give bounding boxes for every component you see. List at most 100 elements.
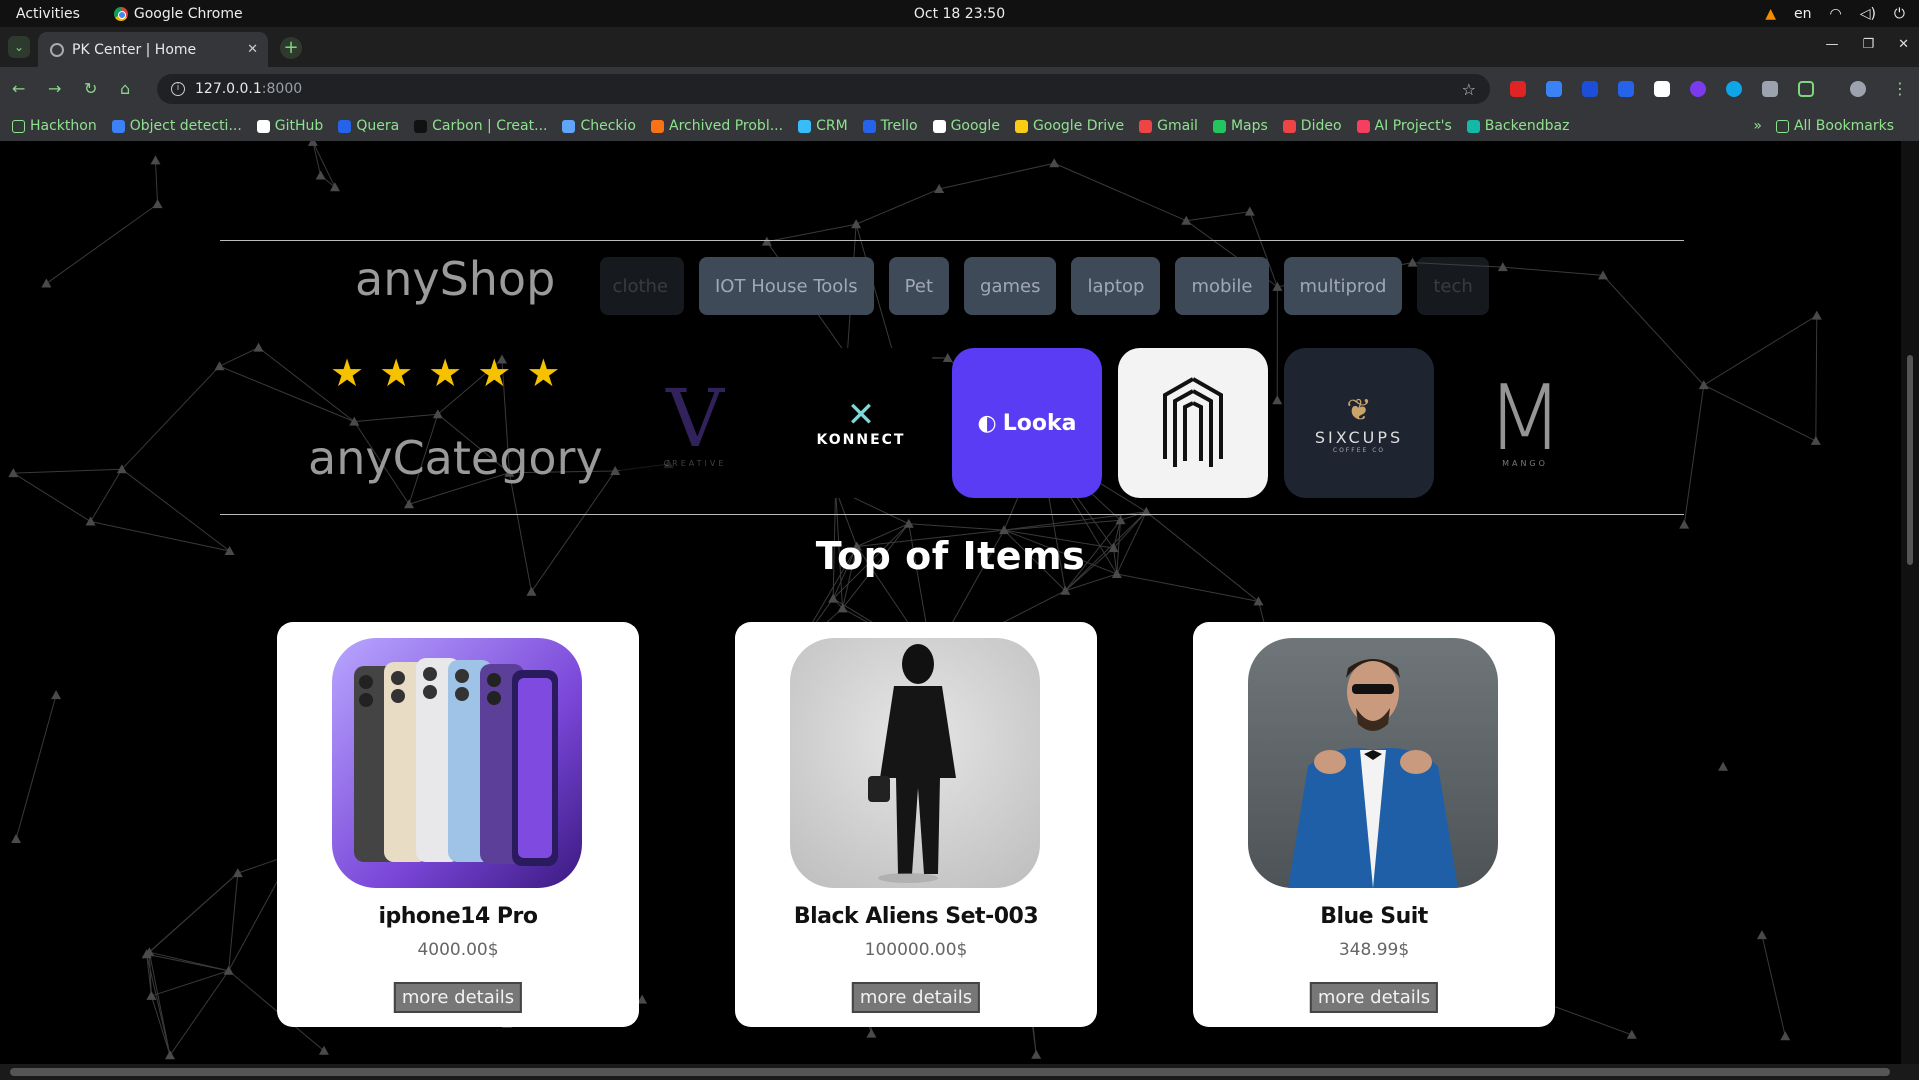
more-details-button[interactable]: more details [393, 982, 523, 1013]
extension-calendar-icon[interactable] [1618, 81, 1634, 97]
more-details-button[interactable]: more details [1309, 982, 1439, 1013]
logo-mango-text: MANGO [1502, 459, 1548, 468]
forward-icon[interactable]: → [48, 79, 61, 98]
page-viewport: anyShop ★ ★ ★ ★ ★ anyCategory clothe IOT Hous… [0, 141, 1901, 1064]
bookmark-item[interactable]: Google [932, 118, 1000, 134]
logo-konnect[interactable]: ✕ KONNECT [786, 348, 936, 498]
category-pill[interactable]: IOT House Tools [699, 257, 874, 315]
logo-sixcups[interactable]: ❦ SIXCUPS COFFEE CO [1284, 348, 1434, 498]
new-tab-button[interactable]: + [280, 37, 302, 59]
bookmark-item[interactable]: AI Project's [1356, 118, 1452, 134]
more-details-button[interactable]: more details [851, 982, 981, 1013]
bookmark-label: Maps [1230, 118, 1268, 134]
bookmark-label: CRM [816, 118, 848, 134]
app-name: Google Chrome [133, 5, 243, 22]
tab-close-icon[interactable]: ✕ [247, 42, 258, 57]
bookmark-label: Gmail [1157, 118, 1198, 134]
extension-colorful-icon[interactable] [1690, 81, 1706, 97]
horizontal-scrollbar[interactable] [0, 1064, 1919, 1080]
vertical-scrollbar-thumb[interactable] [1907, 355, 1913, 565]
bookmark-item[interactable]: Archived Probl... [651, 118, 783, 134]
bookmark-favicon-icon [414, 119, 428, 133]
url-port: :8000 [261, 81, 303, 97]
site-info-icon[interactable]: i [171, 82, 185, 96]
extension-blue-icon[interactable] [1726, 81, 1742, 97]
bookmark-label: Object detecti... [129, 118, 242, 134]
bookmark-label: Hackthon [30, 118, 97, 134]
bookmark-favicon-icon [862, 119, 876, 133]
extension-cloud-icon[interactable] [1546, 81, 1562, 97]
bookmark-item[interactable]: Google Drive [1014, 118, 1124, 134]
app-menu[interactable]: Google Chrome [113, 5, 243, 22]
bookmark-item[interactable]: Carbon | Creat... [414, 118, 547, 134]
profile-avatar[interactable] [1850, 81, 1866, 97]
category-pill[interactable]: tech [1417, 257, 1489, 315]
logo-mango[interactable]: M MANGO [1450, 348, 1600, 498]
logo-creative[interactable]: V CREATIVE [620, 348, 770, 498]
menu-icon[interactable]: ⋮ [1892, 79, 1908, 98]
home-icon[interactable]: ⌂ [120, 79, 130, 98]
bookmark-star-icon[interactable]: ☆ [1462, 80, 1476, 99]
folder-icon [1775, 119, 1789, 133]
product-price: 4000.00$ [417, 940, 499, 960]
divider-bottom [220, 514, 1684, 515]
globe-icon [50, 42, 64, 57]
bookmark-item[interactable]: Checkio [562, 118, 636, 134]
horizontal-scrollbar-thumb[interactable] [10, 1068, 1890, 1076]
product-name: iphone14 Pro [378, 904, 538, 929]
language-indicator[interactable]: en [1794, 6, 1812, 22]
bookmark-item[interactable]: Trello [862, 118, 918, 134]
tab-search-button[interactable]: ⌄ [8, 36, 30, 58]
geometric-mark-icon [1163, 377, 1223, 467]
bookmark-favicon-icon [1282, 119, 1296, 133]
bookmark-item[interactable]: Dideo [1282, 118, 1342, 134]
logo-mango-mark: M [1486, 366, 1564, 471]
window-close-icon[interactable]: ✕ [1898, 37, 1909, 52]
activities-button[interactable]: Activities [16, 6, 80, 22]
category-pill[interactable]: Pet [888, 257, 950, 315]
extension-translate-icon[interactable] [1582, 81, 1598, 97]
category-pill[interactable]: clothe [600, 257, 684, 315]
extensions-puzzle-icon[interactable] [1798, 81, 1814, 97]
bookmark-favicon-icon [338, 119, 352, 133]
all-bookmarks-button[interactable]: All Bookmarks [1775, 118, 1894, 134]
clock[interactable]: Oct 18 23:50 [914, 6, 1005, 22]
vlc-icon[interactable]: ▲ [1765, 6, 1776, 22]
bookmark-item[interactable]: Hackthon [12, 118, 97, 134]
restore-icon[interactable]: ❐ [1862, 37, 1874, 52]
bookmark-item[interactable]: Quera [338, 118, 399, 134]
bookmark-label: GitHub [274, 118, 324, 134]
extension-red-icon[interactable] [1510, 81, 1526, 97]
minimize-icon[interactable]: — [1825, 37, 1838, 52]
looka-mark-icon: ◐ [977, 410, 997, 436]
star-icon: ★ [379, 351, 414, 395]
logo-geometric[interactable] [1118, 348, 1268, 498]
category-pill[interactable]: games [964, 257, 1057, 315]
bookmark-item[interactable]: CRM [798, 118, 848, 134]
star-icon: ★ [330, 351, 365, 395]
bookmark-item[interactable]: GitHub [256, 118, 324, 134]
product-image-blue-suit[interactable] [1248, 638, 1498, 888]
bookmark-favicon-icon [111, 119, 125, 133]
wifi-icon: ◠ [1829, 5, 1842, 22]
extension-tabs-icon[interactable] [1654, 81, 1670, 97]
bookmark-item[interactable]: Gmail [1139, 118, 1198, 134]
category-pill[interactable]: laptop [1071, 257, 1161, 315]
vertical-scrollbar[interactable] [1901, 141, 1919, 1064]
bookmark-item[interactable]: Backendbaz [1466, 118, 1569, 134]
category-pill[interactable]: mobile [1175, 257, 1269, 315]
product-image-iphone[interactable] [332, 638, 582, 888]
category-pill[interactable]: multiprod [1283, 257, 1403, 315]
reload-icon[interactable]: ↻ [84, 79, 97, 98]
bookmark-item[interactable]: Maps [1212, 118, 1268, 134]
back-icon[interactable]: ← [12, 79, 25, 98]
extension-shield-icon[interactable] [1762, 81, 1778, 97]
address-bar[interactable]: i 127.0.0.1:8000 ☆ [157, 74, 1490, 104]
product-card: Blue Suit 348.99$ more details [1193, 622, 1555, 1027]
product-image-black-aliens[interactable] [790, 638, 1040, 888]
logo-looka[interactable]: ◐ Looka [952, 348, 1102, 498]
bookmark-item[interactable]: Object detecti... [111, 118, 242, 134]
more-bookmarks-icon[interactable]: » [1753, 118, 1762, 134]
system-tray[interactable]: ▲ en ◠ ◁) ⏻ [1765, 6, 1905, 22]
active-tab[interactable]: PK Center | Home ✕ [38, 32, 268, 67]
